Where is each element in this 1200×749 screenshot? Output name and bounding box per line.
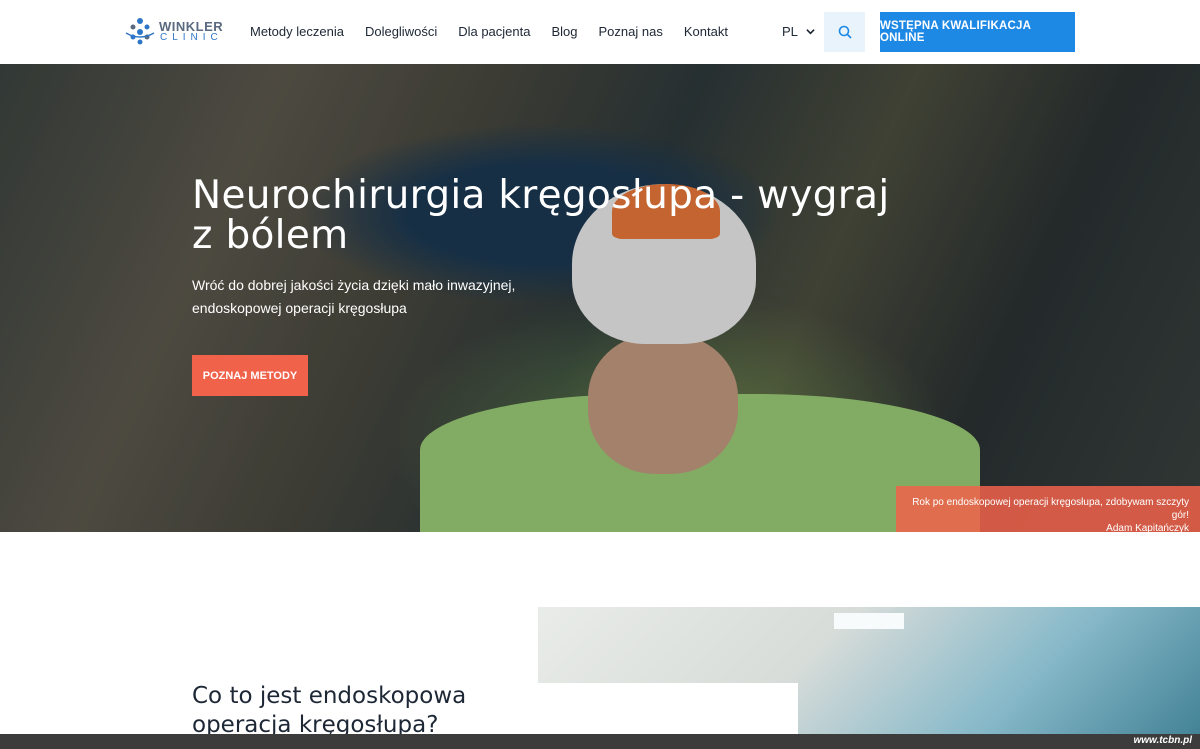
language-selector[interactable]: PL [782, 24, 815, 39]
main-nav: Metody leczenia Dolegliwości Dla pacjent… [250, 24, 749, 39]
section-heading: Co to jest endoskopowa operacja kręgosłu… [192, 683, 467, 738]
nav-item-metody-leczenia[interactable]: Metody leczenia [250, 24, 344, 39]
nav-item-dolegliwosci[interactable]: Dolegliwości [365, 24, 437, 39]
nav-item-poznaj-nas[interactable]: Poznaj nas [599, 24, 663, 39]
watermark-text: www.tcbn.pl [1133, 735, 1192, 746]
intro-section: Co to jest endoskopowa operacja kręgosłu… [0, 532, 1200, 749]
nav-item-dla-pacjenta[interactable]: Dla pacjenta [458, 24, 530, 39]
hero-banner: Neurochirurgia kręgosłupa - wygraj z ból… [0, 64, 1200, 532]
hero-overlay [0, 64, 1200, 532]
hero-caption: Rok po endoskopowej operacji kręgosłupa,… [896, 486, 1200, 532]
watermark-bar [0, 734, 1200, 749]
ceiling-lamp [834, 613, 904, 629]
hero-title: Neurochirurgia kręgosłupa - wygraj z ból… [192, 173, 890, 258]
search-icon [838, 25, 852, 39]
nav-item-kontakt[interactable]: Kontakt [684, 24, 728, 39]
surgery-photo [538, 607, 1200, 749]
caption-author: Adam Kapitańczyk [1106, 523, 1189, 532]
nav-item-blog[interactable]: Blog [551, 24, 577, 39]
poznaj-metody-button[interactable]: POZNAJ METODY [192, 355, 308, 396]
logo-sub: CLINIC [160, 32, 223, 43]
caption-quote: Rok po endoskopowej operacji kręgosłupa,… [912, 497, 1189, 521]
site-header: WINKLER CLINIC Metody leczenia Dolegliwo… [0, 0, 1200, 64]
logo-icon [125, 18, 155, 45]
hero-subtitle: Wróć do dobrej jakości życia dzięki mało… [192, 277, 516, 316]
site-logo[interactable]: WINKLER CLINIC [124, 17, 224, 47]
search-button[interactable] [824, 12, 865, 52]
language-label: PL [782, 24, 798, 39]
chevron-down-icon [806, 29, 815, 35]
online-qualification-button[interactable]: WSTĘPNA KWALIFIKACJA ONLINE [880, 12, 1075, 52]
